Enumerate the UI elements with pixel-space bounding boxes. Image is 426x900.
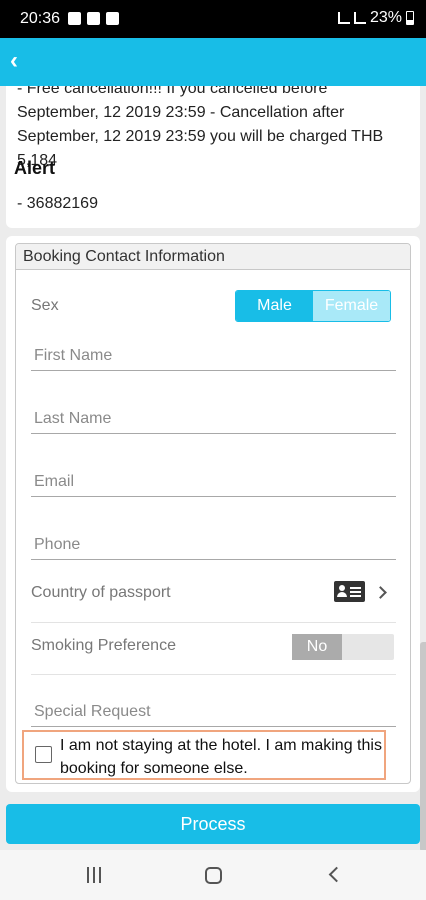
smoking-toggle-value: No xyxy=(292,634,342,660)
booking-contact-header: Booking Contact Information xyxy=(16,244,410,270)
gallery-icon xyxy=(68,12,81,25)
divider xyxy=(31,622,396,623)
chevron-right-icon[interactable] xyxy=(374,586,387,599)
sex-label: Sex xyxy=(31,297,59,314)
booking-for-someone-else-row[interactable]: I am not staying at the hotel. I am maki… xyxy=(22,730,386,780)
status-bar: 20:36 23% xyxy=(0,0,426,38)
booking-for-someone-else-checkbox[interactable] xyxy=(35,746,52,763)
process-button[interactable]: Process xyxy=(6,804,420,844)
alert-value: - 36882169 xyxy=(17,195,98,212)
booking-for-someone-else-text: I am not staying at the hotel. I am maki… xyxy=(60,737,382,777)
last-name-input[interactable] xyxy=(31,404,396,434)
divider xyxy=(31,674,396,675)
smoking-preference-toggle[interactable]: No xyxy=(292,634,394,660)
status-time: 20:36 xyxy=(20,10,61,27)
notification-icons xyxy=(68,12,119,25)
battery-percent: 23% xyxy=(369,9,402,26)
mail-icon xyxy=(106,12,119,25)
special-request-input[interactable] xyxy=(31,697,396,727)
sex-male-option[interactable]: Male xyxy=(236,291,313,321)
phone-input[interactable] xyxy=(31,530,396,560)
battery-icon xyxy=(406,11,414,25)
alert-title: Alert xyxy=(14,158,56,178)
scrollbar[interactable] xyxy=(420,642,426,852)
system-icons: 23% xyxy=(337,9,414,27)
cancellation-policy-text: - Free cancellation!!! If you cancelled … xyxy=(17,86,384,169)
signal-icon xyxy=(353,12,366,24)
passport-card-icon[interactable] xyxy=(334,581,365,602)
nav-home-icon[interactable] xyxy=(205,867,222,884)
country-of-passport-label[interactable]: Country of passport xyxy=(31,584,171,602)
navigation-bar xyxy=(0,850,426,900)
booking-contact-card: Booking Contact Information Sex Male Fem… xyxy=(6,236,420,792)
app-bar: ‹ xyxy=(0,38,426,86)
sex-toggle: Male Female xyxy=(235,290,391,322)
cancellation-policy-card: - Free cancellation!!! If you cancelled … xyxy=(6,86,420,228)
smoking-preference-label: Smoking Preference xyxy=(31,637,176,654)
back-arrow-icon[interactable]: ‹ xyxy=(10,49,18,73)
email-input[interactable] xyxy=(31,467,396,497)
facebook-icon xyxy=(87,12,100,25)
nav-recent-icon[interactable] xyxy=(87,867,101,883)
first-name-input[interactable] xyxy=(31,341,396,371)
booking-contact-form: Booking Contact Information Sex Male Fem… xyxy=(15,243,411,784)
sex-female-option[interactable]: Female xyxy=(313,291,390,321)
signal-icon xyxy=(337,12,350,24)
nav-back-icon[interactable] xyxy=(328,866,345,883)
